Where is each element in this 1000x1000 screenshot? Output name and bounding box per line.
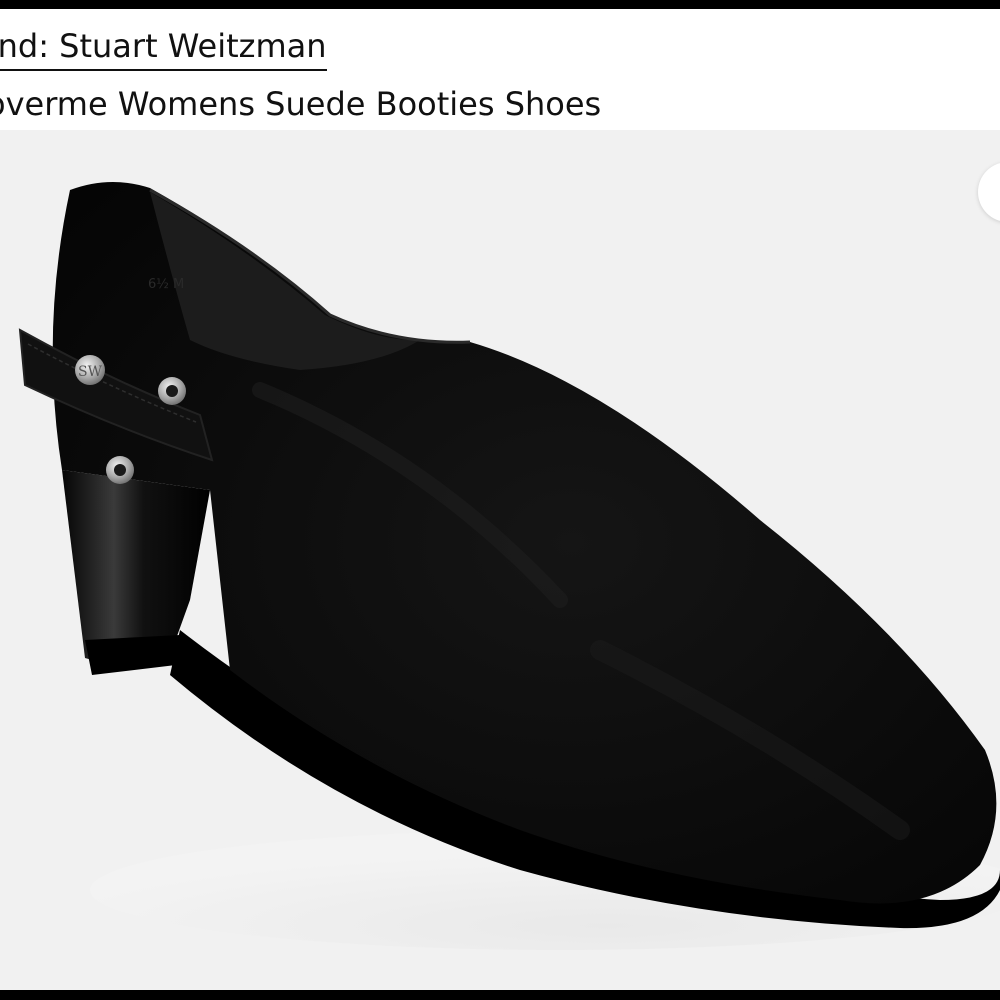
listing-header: and: Stuart Weitzman overme Womens Suede… [0,9,1000,130]
size-marking: 6½ M [148,277,184,292]
listing-frame: and: Stuart Weitzman overme Womens Suede… [0,9,1000,990]
svg-text:SW: SW [78,364,103,380]
heel-tip [85,635,180,675]
heel [62,470,210,665]
product-title: overme Womens Suede Booties Shoes [0,85,602,123]
brand-link[interactable]: and: Stuart Weitzman [0,25,327,71]
product-image[interactable]: SW 6½ M [0,130,1000,990]
shoe-illustration: SW 6½ M [18,181,1000,950]
